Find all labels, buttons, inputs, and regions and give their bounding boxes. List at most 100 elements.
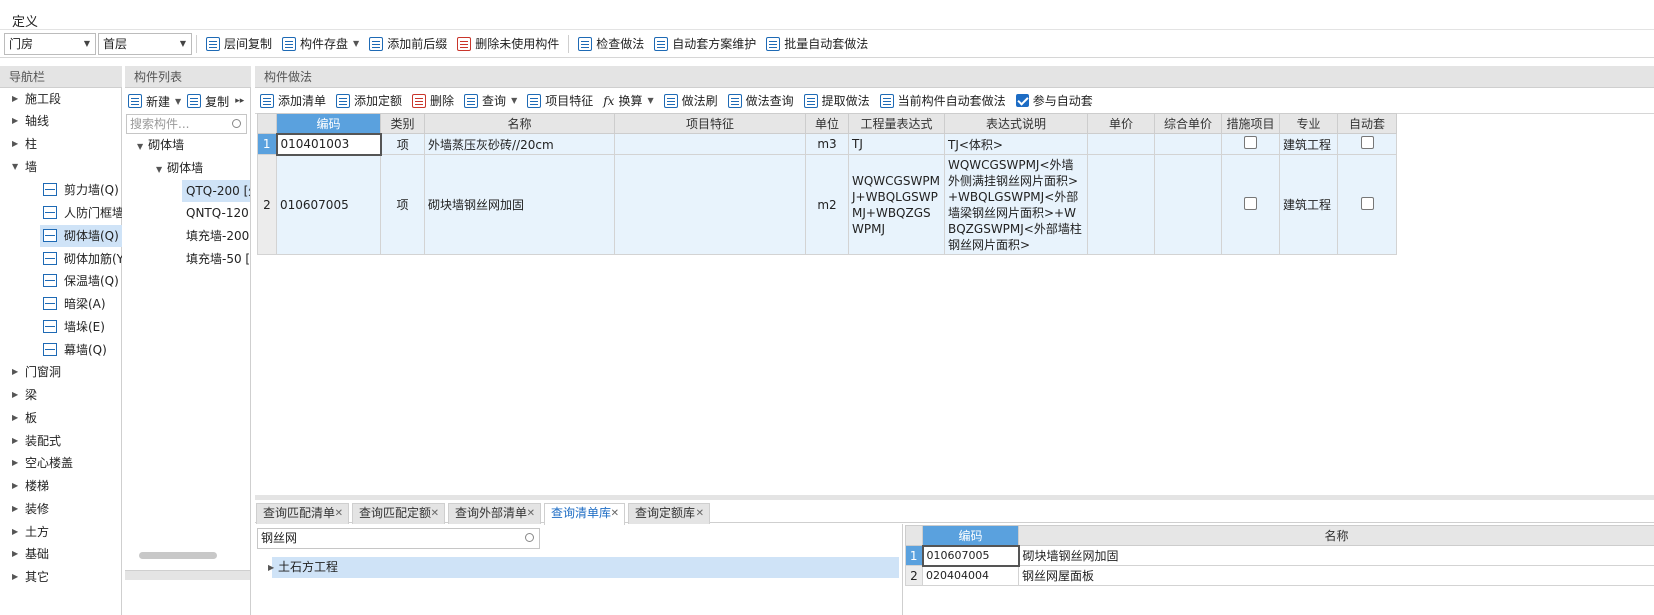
cell-type[interactable]: 项 bbox=[380, 154, 425, 255]
cell-total-price[interactable] bbox=[1154, 154, 1222, 255]
tab-external-bill[interactable]: 查询外部清单 ✕ bbox=[448, 503, 541, 524]
cell-price[interactable] bbox=[1087, 133, 1155, 155]
cell-auto[interactable] bbox=[1337, 133, 1397, 155]
add-bill-button[interactable]: 添加清单 bbox=[255, 89, 331, 113]
new-component-button[interactable]: 新建 ▼ bbox=[125, 89, 184, 113]
tab-quota-library[interactable]: 查询定额库 ✕ bbox=[628, 503, 710, 524]
cell-expression[interactable]: TJ bbox=[848, 133, 945, 155]
table-row[interactable]: 2 020404004 钢丝网屋面板 bbox=[905, 565, 1654, 586]
horizontal-scrollbar[interactable] bbox=[139, 552, 217, 559]
tree-node-qtq200[interactable]: QTQ-200 [外 bbox=[182, 180, 250, 202]
close-icon[interactable]: ✕ bbox=[527, 504, 535, 523]
col-unit[interactable]: 单位 bbox=[805, 113, 849, 134]
col-measure[interactable]: 措施项目 bbox=[1221, 113, 1280, 134]
query-button[interactable]: 查询 ▼ bbox=[459, 89, 522, 113]
close-icon[interactable]: ✕ bbox=[335, 504, 343, 523]
close-icon[interactable]: ✕ bbox=[431, 504, 439, 523]
delete-button[interactable]: 删除 bbox=[407, 89, 459, 113]
col-code[interactable]: 编码 bbox=[922, 525, 1019, 546]
method-query-button[interactable]: 做法查询 bbox=[723, 89, 799, 113]
cell-price[interactable] bbox=[1087, 154, 1155, 255]
cell-expression[interactable]: WQWCGSWPMJ+WBQLGSWPMJ+WBQZGSWPMJ bbox=[848, 154, 945, 255]
col-major[interactable]: 专业 bbox=[1279, 113, 1338, 134]
building-combo[interactable]: 门房 ▼ bbox=[4, 32, 96, 55]
batch-auto-button[interactable]: 批量自动套做法 bbox=[761, 32, 873, 56]
auto-checkbox[interactable] bbox=[1360, 136, 1374, 149]
bill-search-input[interactable]: 钢丝网 bbox=[257, 528, 540, 549]
nav-sub-shear-wall[interactable]: 剪力墙(Q) bbox=[40, 179, 122, 201]
copy-component-button[interactable]: 复制 bbox=[184, 89, 232, 113]
col-type[interactable]: 类别 bbox=[380, 113, 425, 134]
cell-feature[interactable] bbox=[614, 154, 806, 255]
cell-code[interactable]: 020404004 bbox=[922, 565, 1019, 586]
more-icon[interactable]: ▸▸ bbox=[235, 96, 244, 106]
cell-name[interactable]: 钢丝网屋面板 bbox=[1018, 565, 1654, 586]
cell-name[interactable]: 外墙蒸压灰砂砖//20cm bbox=[424, 133, 615, 155]
cell-name[interactable]: 砌块墙钢丝网加固 bbox=[1018, 545, 1654, 566]
cell-measure[interactable] bbox=[1221, 133, 1280, 155]
cell-expr-desc[interactable]: TJ<体积> bbox=[944, 133, 1088, 155]
col-name[interactable]: 名称 bbox=[424, 113, 615, 134]
tree-node-masonry-child[interactable]: ▼ 砌体墙 bbox=[156, 157, 203, 179]
floor-combo[interactable]: 首层 ▼ bbox=[98, 32, 192, 55]
tree-node-infill50[interactable]: 填充墙-50 [外 bbox=[182, 248, 250, 270]
col-total-price[interactable]: 综合单价 bbox=[1154, 113, 1222, 134]
add-quota-button[interactable]: 添加定额 bbox=[331, 89, 407, 113]
measure-checkbox[interactable] bbox=[1244, 136, 1257, 149]
nav-sub-civil-defense-wall[interactable]: 人防门框墙 bbox=[40, 202, 122, 224]
close-icon[interactable]: ✕ bbox=[696, 504, 704, 523]
tab-bill-library[interactable]: 查询清单库 ✕ bbox=[544, 503, 625, 525]
nav-sub-masonry-wall[interactable]: 砌体墙(Q) bbox=[40, 225, 122, 247]
cell-unit[interactable]: m3 bbox=[805, 133, 849, 155]
tab-match-bill[interactable]: 查询匹配清单 ✕ bbox=[256, 503, 349, 524]
auto-scheme-button[interactable]: 自动套方案维护 bbox=[649, 32, 761, 56]
nav-sub-masonry-rebar[interactable]: 砌体加筋(Y bbox=[40, 248, 122, 270]
participate-auto-checkbox[interactable] bbox=[1015, 94, 1029, 107]
tree-node-infill200[interactable]: 填充墙-200 [ bbox=[182, 225, 250, 247]
col-name[interactable]: 名称 bbox=[1018, 525, 1654, 546]
col-auto[interactable]: 自动套 bbox=[1337, 113, 1397, 134]
cell-major[interactable]: 建筑工程 bbox=[1279, 133, 1338, 155]
col-expression[interactable]: 工程量表达式 bbox=[848, 113, 945, 134]
item-feature-button[interactable]: 项目特征 bbox=[522, 89, 598, 113]
cell-major[interactable]: 建筑工程 bbox=[1279, 154, 1338, 255]
nav-sub-insulation-wall[interactable]: 保温墙(Q) bbox=[40, 270, 122, 292]
current-auto-button[interactable]: 当前构件自动套做法 bbox=[875, 89, 1011, 113]
check-method-button[interactable]: 检查做法 bbox=[573, 32, 649, 56]
cell-code[interactable]: 010607005 bbox=[276, 154, 381, 255]
close-icon[interactable]: ✕ bbox=[611, 504, 619, 523]
cell-name[interactable]: 砌块墙钢丝网加固 bbox=[424, 154, 615, 255]
participate-auto-toggle[interactable]: 参与自动套 bbox=[1011, 89, 1098, 113]
table-row[interactable]: 2 010607005 项 砌块墙钢丝网加固 m2 WQWCGSWPMJ+WBQ… bbox=[257, 154, 1397, 255]
cell-auto[interactable] bbox=[1337, 154, 1397, 255]
measure-checkbox[interactable] bbox=[1244, 196, 1257, 210]
col-expr-desc[interactable]: 表达式说明 bbox=[944, 113, 1088, 134]
col-price[interactable]: 单价 bbox=[1087, 113, 1155, 134]
nav-sub-wall-pier[interactable]: 墙垛(E) bbox=[40, 316, 122, 338]
tree-node-masonry-root[interactable]: ▼ 砌体墙 bbox=[137, 134, 184, 156]
cell-type[interactable]: 项 bbox=[380, 133, 425, 155]
cell-measure[interactable] bbox=[1221, 154, 1280, 255]
tab-match-quota[interactable]: 查询匹配定额 ✕ bbox=[352, 503, 445, 524]
auto-checkbox[interactable] bbox=[1360, 196, 1374, 210]
floor-copy-button[interactable]: 层间复制 bbox=[201, 32, 277, 56]
tree-node-earthwork[interactable]: ▶ 土石方工程 bbox=[268, 557, 899, 578]
table-row[interactable]: 1 010401003 项 外墙蒸压灰砂砖//20cm m3 TJ TJ<体积>… bbox=[257, 132, 1397, 156]
cell-code[interactable]: 010401003 bbox=[275, 132, 382, 156]
convert-button[interactable]: fx 换算 ▼ bbox=[598, 89, 658, 113]
col-code[interactable]: 编码 bbox=[276, 113, 381, 134]
extract-method-button[interactable]: 提取做法 bbox=[799, 89, 875, 113]
delete-unused-button[interactable]: 删除未使用构件 bbox=[452, 32, 564, 56]
cell-total-price[interactable] bbox=[1154, 133, 1222, 155]
search-icon[interactable] bbox=[525, 533, 534, 542]
cell-code[interactable]: 010607005 bbox=[921, 544, 1020, 567]
nav-sub-hidden-beam[interactable]: 暗梁(A) bbox=[40, 293, 122, 315]
col-feature[interactable]: 项目特征 bbox=[614, 113, 806, 134]
method-brush-button[interactable]: 做法刷 bbox=[659, 89, 723, 113]
component-search-input[interactable]: 搜索构件... bbox=[126, 114, 247, 134]
cell-feature[interactable] bbox=[614, 133, 806, 155]
cell-expr-desc[interactable]: WQWCGSWPMJ<外墙外侧满挂钢丝网片面积>+WBQLGSWPMJ<外部墙梁… bbox=[944, 154, 1088, 255]
nav-sub-curtain-wall[interactable]: 幕墙(Q) bbox=[40, 339, 122, 361]
cell-unit[interactable]: m2 bbox=[805, 154, 849, 255]
table-row[interactable]: 1 010607005 砌块墙钢丝网加固 bbox=[905, 544, 1654, 567]
